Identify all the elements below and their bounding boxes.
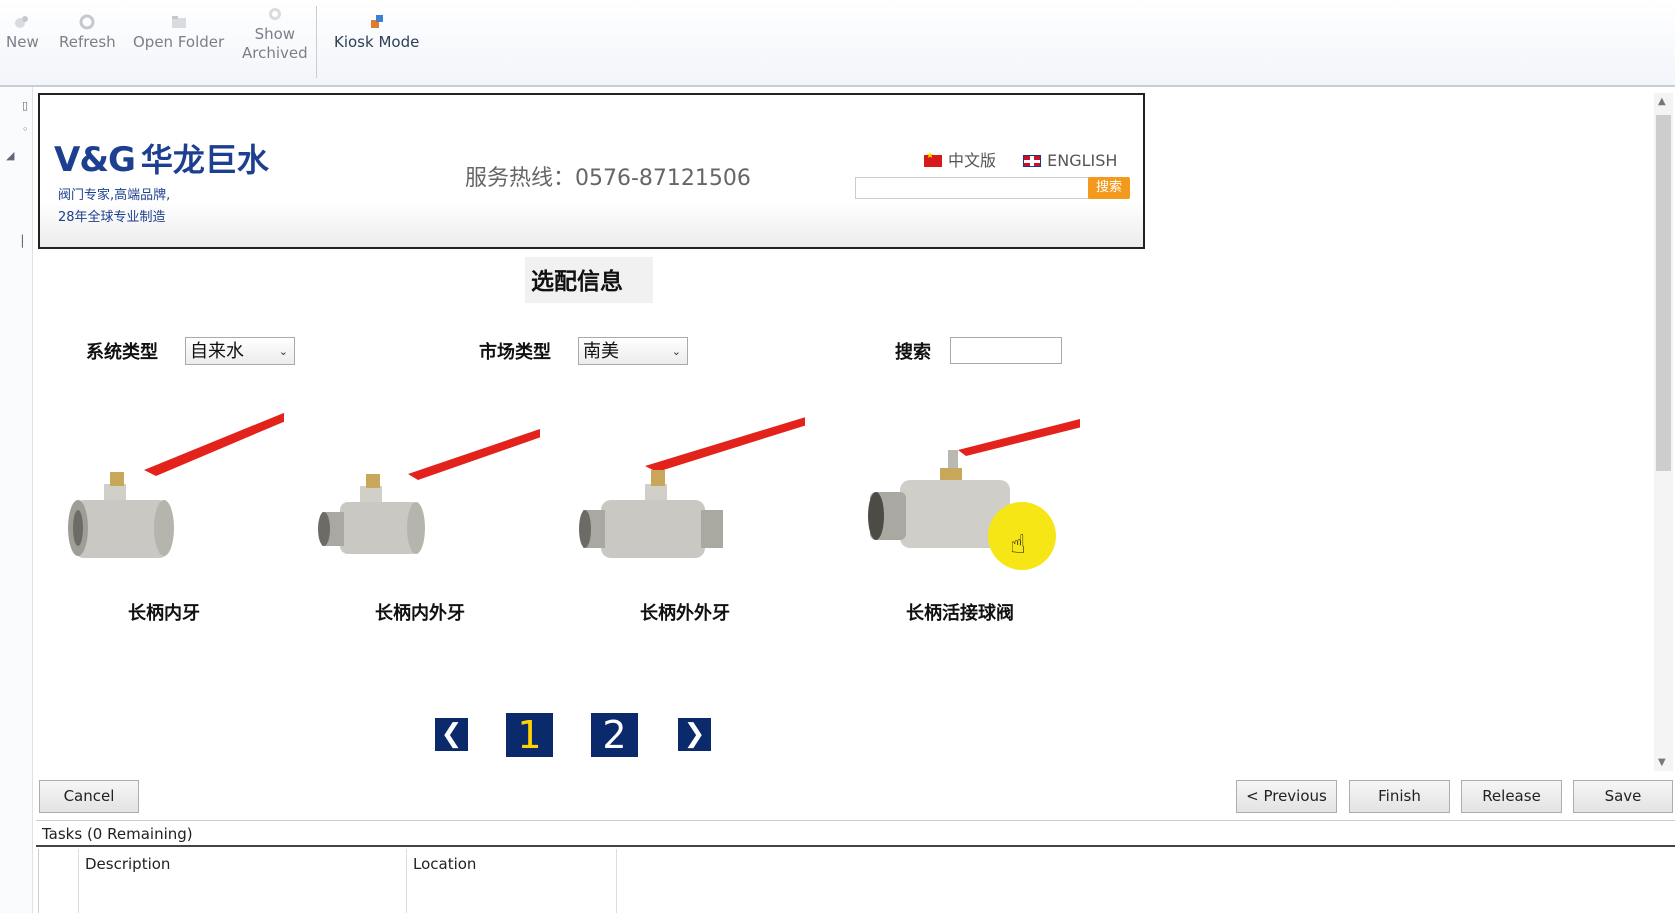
new-button[interactable]: New <box>6 10 39 52</box>
release-button[interactable]: Release <box>1461 780 1562 813</box>
refresh-button[interactable]: Refresh <box>59 10 116 52</box>
tree-node-icon[interactable]: ▯ <box>22 99 28 112</box>
finish-button[interactable]: Finish <box>1349 780 1450 813</box>
vertical-scrollbar[interactable]: ▲ ▼ <box>1654 93 1673 771</box>
market-type-select[interactable]: 南美 ⌄ <box>578 337 688 365</box>
prev-page-button[interactable]: ❮ <box>435 718 468 751</box>
system-type-select[interactable]: 自来水 ⌄ <box>185 337 295 365</box>
kiosk-mode-button[interactable]: Kiosk Mode <box>334 10 419 52</box>
tree-expand-icon[interactable]: ◢ <box>6 149 14 162</box>
system-type-label: 系统类型 <box>86 342 158 363</box>
cancel-button[interactable]: Cancel <box>39 780 139 813</box>
chevron-down-icon: ⌄ <box>671 345 681 358</box>
next-page-button[interactable]: ❯ <box>678 718 711 751</box>
site-header-banner: V&G 华龙巨水 阀门专家,高端品牌, 28年全球专业制造 服务热线：0576-8… <box>38 93 1145 249</box>
folder-icon <box>171 14 187 30</box>
save-button[interactable]: Save <box>1573 780 1673 813</box>
archive-icon <box>267 6 283 22</box>
previous-button[interactable]: < Previous <box>1236 780 1337 813</box>
chevron-down-icon: ⌄ <box>278 345 288 358</box>
language-switcher: 中文版 ENGLISH <box>924 147 1117 171</box>
scrollbar-thumb[interactable] <box>1656 115 1671 471</box>
tasks-panel-title: Tasks (0 Remaining) <box>36 820 1675 847</box>
site-search-input[interactable] <box>855 177 1090 199</box>
lang-chinese-link[interactable]: 中文版 <box>924 151 996 170</box>
product-card[interactable]: 长柄内牙 <box>44 400 284 630</box>
product-card[interactable]: 长柄内外牙 <box>300 400 540 630</box>
market-type-label: 市场类型 <box>479 342 551 363</box>
page-1-button[interactable]: 1 <box>506 713 553 757</box>
row-selector-column <box>39 849 79 913</box>
service-hotline: 服务热线：0576-87121506 <box>465 166 751 191</box>
show-archived-button[interactable]: Show Archived <box>242 4 308 63</box>
lang-english-link[interactable]: ENGLISH <box>1023 151 1117 170</box>
ball-valve-female-icon <box>68 412 284 558</box>
hand-cursor-icon: ☝ <box>1010 530 1026 560</box>
china-flag-icon <box>924 151 942 167</box>
tasks-table: Description Location <box>38 849 1675 913</box>
site-search-button[interactable]: 搜索 <box>1088 177 1130 199</box>
scroll-down-icon[interactable]: ▼ <box>1658 757 1666 768</box>
column-header-description[interactable]: Description <box>79 849 407 913</box>
refresh-icon <box>79 14 95 30</box>
ball-valve-male-icon <box>579 417 805 558</box>
tree-node-icon[interactable]: ▏ <box>22 235 30 248</box>
open-folder-button[interactable]: Open Folder <box>133 10 224 52</box>
page-title: 选配信息 <box>525 257 653 303</box>
brand-slogan: 阀门专家,高端品牌, 28年全球专业制造 <box>58 188 171 225</box>
kiosk-icon <box>369 14 385 30</box>
product-card[interactable]: 长柄外外牙 <box>565 400 805 630</box>
page-2-button[interactable]: 2 <box>591 713 638 757</box>
search-label: 搜索 <box>895 342 931 363</box>
uk-flag-icon <box>1023 155 1042 167</box>
new-icon <box>14 14 30 30</box>
search-input[interactable] <box>950 337 1062 364</box>
column-header-location[interactable]: Location <box>407 849 617 913</box>
ball-valve-male-female-icon <box>318 429 540 554</box>
left-tree-gutter: ▯ ◦ ◢ ▏ <box>0 87 33 913</box>
scroll-up-icon[interactable]: ▲ <box>1658 96 1666 107</box>
toolbar-divider <box>316 6 317 78</box>
tree-node-icon[interactable]: ◦ <box>22 123 29 136</box>
vg-logo[interactable]: V&G 华龙巨水 <box>54 135 269 181</box>
toolbar: New Refresh Open Folder Show Archived Ki… <box>0 0 1675 87</box>
